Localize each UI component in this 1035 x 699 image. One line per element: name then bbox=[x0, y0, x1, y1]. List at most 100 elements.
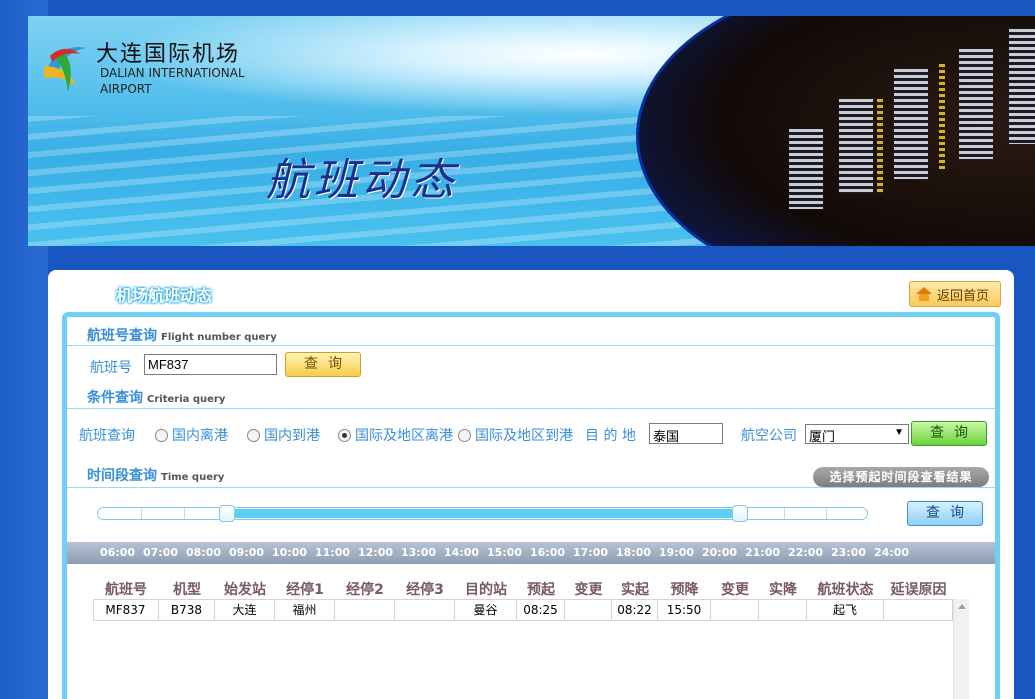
table-cell bbox=[565, 600, 612, 620]
radio-button[interactable] bbox=[155, 428, 168, 442]
hour-label: 11:00 bbox=[315, 546, 351, 559]
airline-label: 航空公司 bbox=[741, 428, 797, 444]
flight-query-label: 航班查询 bbox=[79, 428, 135, 444]
table-cell: B738 bbox=[159, 600, 215, 620]
column-header: 机型 bbox=[173, 582, 201, 598]
hour-label: 20:00 bbox=[702, 546, 738, 559]
time-query-heading: 时间段查询 Time query bbox=[87, 468, 225, 484]
table-cell: 福州 bbox=[275, 600, 335, 620]
airline-select[interactable]: 厦门 ▼ bbox=[805, 424, 909, 444]
hour-label: 07:00 bbox=[143, 546, 179, 559]
hour-label: 15:00 bbox=[487, 546, 523, 559]
table-cell: MF837 bbox=[93, 600, 159, 620]
column-header: 预降 bbox=[670, 582, 699, 598]
query-frame: 航班号查询 Flight number query 航班号 MF837 查询 条件… bbox=[62, 312, 1000, 699]
time-range-hint: 选择预起时间段查看结果 bbox=[813, 467, 989, 487]
hour-label: 17:00 bbox=[573, 546, 609, 559]
hour-label: 14:00 bbox=[444, 546, 480, 559]
destination-label: 目 的 地 bbox=[585, 428, 636, 444]
table-cell: 08:22 bbox=[612, 600, 658, 620]
column-header: 延误原因 bbox=[890, 582, 947, 598]
column-header: 航班状态 bbox=[817, 582, 874, 598]
divider bbox=[67, 487, 995, 488]
radio-domestic-arrival[interactable]: 国内到港 bbox=[247, 425, 320, 445]
column-header: 实降 bbox=[769, 582, 797, 598]
hour-label: 06:00 bbox=[100, 546, 136, 559]
column-header: 目的站 bbox=[465, 582, 507, 598]
hour-label: 23:00 bbox=[831, 546, 867, 559]
back-home-button[interactable]: 返回首页 bbox=[909, 281, 1001, 307]
flight-number-query-heading: 航班号查询 Flight number query bbox=[87, 328, 277, 344]
hour-label: 21:00 bbox=[745, 546, 781, 559]
column-header: 航班号 bbox=[105, 582, 147, 598]
column-header: 始发站 bbox=[224, 582, 266, 598]
hour-scale: 06:00 07:00 08:00 09:00 10:00 11:00 12:00 13:00… bbox=[67, 542, 995, 564]
table-cell bbox=[395, 600, 455, 620]
table-cell bbox=[884, 600, 953, 620]
radio-button[interactable] bbox=[458, 428, 471, 442]
column-header: 预起 bbox=[527, 582, 555, 598]
column-header: 变更 bbox=[574, 582, 603, 598]
radio-domestic-departure[interactable]: 国内离港 bbox=[155, 425, 228, 445]
hour-label: 10:00 bbox=[272, 546, 308, 559]
table-cell bbox=[711, 600, 759, 620]
column-header: 实起 bbox=[621, 582, 649, 598]
slider-tick bbox=[826, 508, 827, 519]
destination-input[interactable]: 泰国 bbox=[649, 423, 723, 444]
board-column bbox=[839, 99, 873, 194]
header-banner: 大连国际机场 DALIAN INTERNATIONAL AIRPORT 航班动态 bbox=[28, 16, 1035, 246]
table-cell: 曼谷 bbox=[455, 600, 517, 620]
scroll-up-icon[interactable] bbox=[958, 604, 966, 609]
board-column bbox=[959, 49, 993, 159]
airline-select-value: 厦门 bbox=[809, 429, 836, 444]
hour-label: 16:00 bbox=[530, 546, 566, 559]
table-cell: 15:50 bbox=[658, 600, 711, 620]
column-header: 变更 bbox=[721, 582, 749, 598]
back-home-label: 返回首页 bbox=[937, 288, 990, 304]
hour-label: 09:00 bbox=[229, 546, 265, 559]
table-cell: 08:25 bbox=[517, 600, 565, 620]
time-range-end-handle[interactable] bbox=[732, 505, 748, 522]
table-cell bbox=[335, 600, 395, 620]
board-column-yellow bbox=[877, 99, 883, 194]
time-range-slider[interactable] bbox=[97, 505, 868, 522]
column-header: 经停2 bbox=[346, 582, 384, 598]
hour-label: 13:00 bbox=[401, 546, 437, 559]
chevron-down-icon: ▼ bbox=[894, 427, 904, 438]
time-search-button[interactable]: 查询 bbox=[907, 501, 983, 526]
radio-button-selected[interactable] bbox=[338, 428, 351, 442]
flight-number-input[interactable]: MF837 bbox=[144, 354, 277, 375]
criteria-search-button[interactable]: 查询 bbox=[911, 421, 987, 446]
airport-name-cn: 大连国际机场 bbox=[96, 42, 241, 67]
banner-title: 航班动态 bbox=[266, 155, 458, 206]
column-header: 经停1 bbox=[286, 582, 324, 598]
radio-international-departure[interactable]: 国际及地区离港 bbox=[338, 425, 453, 445]
time-range-start-handle[interactable] bbox=[219, 505, 235, 522]
hour-label: 22:00 bbox=[788, 546, 824, 559]
radio-international-arrival[interactable]: 国际及地区到港 bbox=[458, 425, 573, 445]
slider-tick bbox=[784, 508, 785, 519]
column-header: 经停3 bbox=[406, 582, 444, 598]
hour-label: 24:00 bbox=[874, 546, 910, 559]
table-row[interactable]: MF837 B738 大连 福州 曼谷 08:25 08:22 15:50 起飞 bbox=[93, 599, 953, 621]
board-column bbox=[1009, 29, 1035, 144]
airport-name-en-line1: DALIAN INTERNATIONAL bbox=[100, 66, 245, 80]
time-range-fill bbox=[229, 509, 742, 518]
results-scrollbar[interactable] bbox=[953, 599, 969, 699]
slider-tick bbox=[141, 508, 142, 519]
hour-label: 18:00 bbox=[616, 546, 652, 559]
flight-number-label: 航班号 bbox=[90, 360, 132, 376]
board-column bbox=[789, 129, 823, 209]
hour-label: 12:00 bbox=[358, 546, 394, 559]
airport-name-en: DALIAN INTERNATIONAL AIRPORT bbox=[100, 65, 245, 97]
home-icon bbox=[916, 287, 932, 301]
airport-name-en-line2: AIRPORT bbox=[100, 82, 152, 96]
flight-number-search-button[interactable]: 查询 bbox=[285, 352, 361, 377]
radio-button[interactable] bbox=[247, 428, 260, 442]
board-column bbox=[894, 69, 928, 179]
airport-logo-icon bbox=[44, 47, 86, 92]
hour-label: 19:00 bbox=[659, 546, 695, 559]
table-cell: 大连 bbox=[215, 600, 275, 620]
hour-label: 08:00 bbox=[186, 546, 222, 559]
panel-title: 机场航班动态 bbox=[116, 286, 213, 305]
